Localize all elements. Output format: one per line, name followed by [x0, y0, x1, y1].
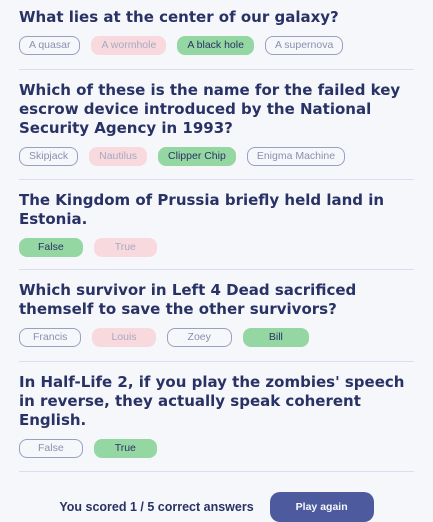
answer-option-incorrect[interactable]: True [93, 238, 157, 257]
answer-group: A quasar A wormhole A black hole A super… [19, 36, 414, 55]
answer-option-correct[interactable]: Clipper Chip [158, 147, 236, 166]
quiz-results: What lies at the center of our galaxy? A… [0, 0, 433, 522]
answer-group: Francis Louis Zoey Bill [19, 328, 414, 347]
answer-option-correct[interactable]: True [93, 439, 157, 458]
answer-group: False True [19, 238, 414, 257]
question-block: In Half-Life 2, if you play the zombies'… [19, 362, 414, 472]
answer-option-correct[interactable]: False [19, 238, 83, 257]
question-text: The Kingdom of Prussia briefly held land… [19, 191, 385, 228]
answer-option-incorrect[interactable]: Nautilus [89, 147, 148, 166]
answer-group: Skipjack Nautilus Clipper Chip Enigma Ma… [19, 147, 414, 166]
score-text: You scored 1 / 5 correct answers [59, 500, 254, 514]
answer-option[interactable]: Skipjack [19, 147, 79, 166]
question-block: The Kingdom of Prussia briefly held land… [19, 180, 414, 270]
play-again-button[interactable]: Play again [269, 492, 374, 522]
question-block: Which of these is the name for the faile… [19, 70, 414, 180]
answer-option[interactable]: A supernova [264, 36, 344, 55]
answer-option[interactable]: Francis [19, 328, 82, 347]
results-footer: You scored 1 / 5 correct answers Play ag… [19, 492, 414, 522]
answer-option[interactable]: Zoey [166, 328, 232, 347]
answer-group: False True [19, 439, 414, 458]
question-text: Which survivor in Left 4 Dead sacrificed… [19, 281, 357, 318]
question-text: Which of these is the name for the faile… [19, 81, 401, 137]
question-text: In Half-Life 2, if you play the zombies'… [19, 373, 405, 429]
answer-option[interactable]: A quasar [19, 36, 81, 55]
answer-option-incorrect[interactable]: Louis [92, 328, 156, 347]
answer-option-incorrect[interactable]: A wormhole [91, 36, 167, 55]
question-text: What lies at the center of our galaxy? [19, 8, 339, 26]
answer-option-correct[interactable]: A black hole [177, 36, 254, 55]
question-block: Which survivor in Left 4 Dead sacrificed… [19, 270, 414, 362]
question-block: What lies at the center of our galaxy? A… [19, 8, 414, 70]
answer-option-correct[interactable]: Bill [242, 328, 309, 347]
answer-option[interactable]: False [19, 439, 83, 458]
answer-option[interactable]: Enigma Machine [246, 147, 346, 166]
